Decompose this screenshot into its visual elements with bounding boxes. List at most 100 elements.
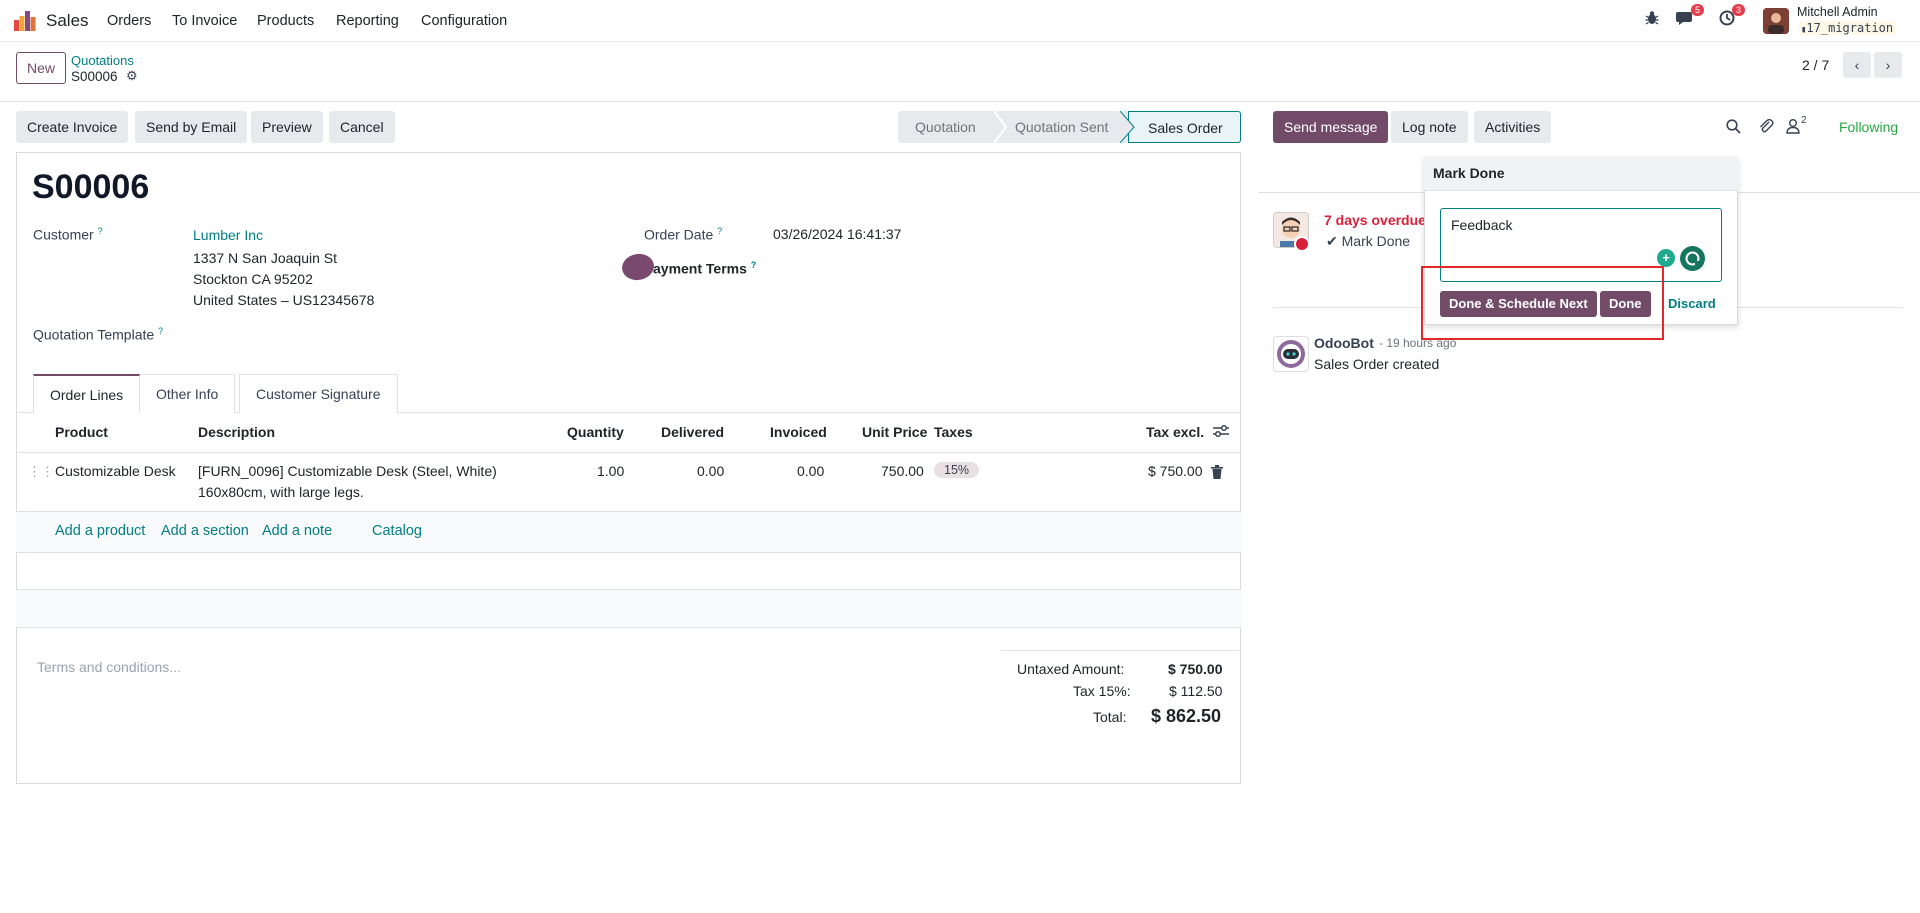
add-plus-icon[interactable]: + [1657, 249, 1675, 267]
col-taxes[interactable]: Taxes [934, 424, 973, 440]
row-drag-handle-icon[interactable]: ⋮⋮ [28, 464, 54, 480]
row-subtotal: $ 750.00 [1148, 463, 1203, 479]
quotation-template-text: Quotation Template [33, 326, 155, 343]
total-label: Total: [1093, 709, 1127, 725]
untaxed-label: Untaxed Amount: [1017, 661, 1125, 677]
breadcrumb-current: S00006 [71, 69, 118, 84]
terms-conditions-field[interactable]: Terms and conditions... [37, 659, 181, 675]
catalog-link[interactable]: Catalog [372, 523, 422, 539]
activities-clock-icon[interactable]: 3 [1719, 4, 1745, 30]
status-quotation-sent[interactable]: Quotation Sent [1015, 111, 1108, 143]
chevron-left-icon: ‹ [1854, 57, 1860, 73]
customer-link[interactable]: Lumber Inc [193, 227, 263, 243]
menu-to-invoice[interactable]: To Invoice [172, 13, 237, 29]
discard-button[interactable]: Discard [1668, 296, 1716, 311]
trash-icon[interactable] [1211, 465, 1223, 482]
menu-configuration[interactable]: Configuration [421, 13, 507, 29]
following-toggle[interactable]: Following [1839, 119, 1898, 135]
activities-button[interactable]: Activities [1474, 111, 1552, 143]
tab-customer-signature[interactable]: Customer Signature [239, 374, 398, 413]
status-sales-order: Sales Order [1128, 111, 1241, 143]
app-name[interactable]: Sales [46, 11, 89, 31]
add-product-link[interactable]: Add a product [55, 523, 145, 539]
messages-icon[interactable]: 5 [1676, 4, 1704, 30]
sales-app-icon[interactable] [14, 11, 36, 31]
status-quotation[interactable]: Quotation [915, 111, 976, 143]
col-product[interactable]: Product [55, 424, 108, 440]
overdue-label: 7 days overdue [1324, 212, 1426, 228]
row-unit-price[interactable]: 750.00 [881, 463, 924, 479]
new-button[interactable]: New [16, 52, 67, 84]
send-by-email-button[interactable]: Send by Email [135, 111, 248, 143]
popover-title: Mark Done [1433, 165, 1505, 181]
user-name[interactable]: Mitchell Admin [1797, 5, 1878, 19]
menu-products[interactable]: Products [257, 13, 314, 29]
empty-row [16, 590, 1241, 627]
help-icon: ? [717, 226, 723, 236]
search-icon[interactable] [1726, 119, 1741, 137]
database-label: 17_migration [1806, 21, 1894, 35]
row-description-line1[interactable]: [FURN_0096] Customizable Desk (Steel, Wh… [198, 463, 497, 479]
col-quantity[interactable]: Quantity [567, 424, 624, 440]
mark-done-text: Mark Done [1341, 233, 1411, 249]
activities-badge: 3 [1731, 4, 1745, 16]
tax-value: $ 112.50 [1169, 683, 1223, 699]
tab-order-lines[interactable]: Order Lines [33, 374, 141, 413]
message-author[interactable]: OdooBot [1314, 335, 1374, 351]
add-section-link[interactable]: Add a section [161, 523, 249, 539]
row-description-line2[interactable]: 160x80cm, with large legs. [198, 484, 364, 500]
odoobot-avatar [1273, 336, 1309, 372]
tab-other-info[interactable]: Other Info [140, 374, 236, 413]
paperclip-icon[interactable] [1758, 118, 1774, 137]
totals-divider [1001, 650, 1239, 651]
grammar-assistant-icon[interactable] [1680, 246, 1705, 271]
help-icon: ? [750, 260, 757, 270]
followers-count: 2 [1801, 115, 1807, 126]
mark-done-link[interactable]: ✔ Mark Done [1326, 233, 1410, 250]
check-icon: ✔ [1326, 233, 1338, 249]
breadcrumb-quotations[interactable]: Quotations [71, 53, 134, 68]
create-invoice-button[interactable]: Create Invoice [16, 111, 129, 143]
help-icon: ? [158, 326, 164, 336]
status-arrow-active-icon [1119, 110, 1136, 146]
user-avatar[interactable] [1763, 8, 1789, 34]
gear-icon[interactable]: ⚙ [126, 68, 138, 84]
log-note-button[interactable]: Log note [1391, 111, 1468, 143]
pager-value[interactable]: 2 / 7 [1802, 57, 1829, 73]
col-tax-excl[interactable]: Tax excl. [1146, 424, 1204, 440]
payment-terms-label: ayment Terms ? [653, 260, 756, 277]
pager-previous-button[interactable]: ‹ [1843, 52, 1871, 78]
quotation-template-label: Quotation Template ? [33, 326, 163, 343]
pager-next-button[interactable]: › [1874, 52, 1902, 78]
col-unit-price[interactable]: Unit Price [862, 424, 927, 440]
followers-icon[interactable] [1786, 118, 1800, 137]
send-message-button[interactable]: Send message [1273, 111, 1389, 143]
payment-terms-text: ayment Terms [653, 260, 747, 277]
order-date-text: Order Date [644, 226, 714, 243]
row-product[interactable]: Customizable Desk [55, 463, 176, 479]
col-delivered[interactable]: Delivered [661, 424, 724, 440]
cancel-button[interactable]: Cancel [329, 111, 395, 143]
empty-row-divider-3 [16, 627, 1241, 628]
preview-button[interactable]: Preview [251, 111, 323, 143]
bug-icon[interactable] [1645, 10, 1659, 30]
order-date-value[interactable]: 03/26/2024 16:41:37 [773, 226, 901, 242]
tax-label: Tax 15%: [1073, 683, 1131, 699]
status-arrow-icon [993, 110, 1008, 146]
row-delivered[interactable]: 0.00 [697, 463, 724, 479]
menu-reporting[interactable]: Reporting [336, 13, 399, 29]
total-value: $ 862.50 [1151, 706, 1222, 726]
address-line2: Stockton CA 95202 [193, 271, 313, 287]
add-note-link[interactable]: Add a note [262, 523, 332, 539]
menu-orders[interactable]: Orders [107, 13, 151, 29]
col-invoiced[interactable]: Invoiced [770, 424, 827, 440]
messages-badge: 5 [1690, 4, 1704, 16]
row-invoiced[interactable]: 0.00 [797, 463, 824, 479]
column-settings-icon[interactable] [1213, 424, 1229, 441]
row-tax-badge[interactable]: 15% [934, 462, 980, 478]
col-description[interactable]: Description [198, 424, 275, 440]
address-line3: United States – US12345678 [193, 292, 375, 308]
help-icon: ? [97, 226, 103, 236]
row-quantity[interactable]: 1.00 [597, 463, 624, 479]
untaxed-value: $ 750.00 [1168, 661, 1223, 677]
